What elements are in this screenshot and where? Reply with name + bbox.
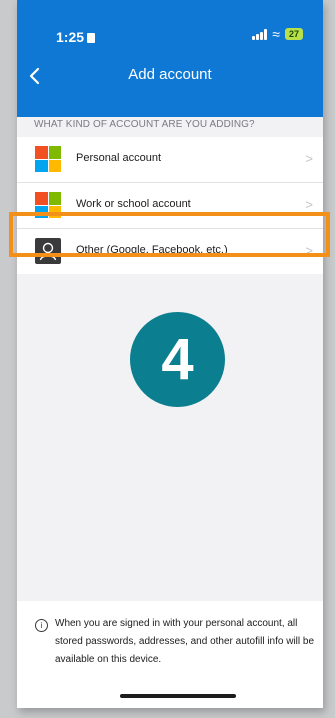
chevron-right-icon: > [305, 151, 313, 166]
personal-account-row[interactable]: Personal account > [17, 137, 323, 183]
status-time: 1:25 [56, 29, 96, 45]
home-indicator[interactable] [120, 694, 236, 698]
app-header: 1:25 ≈ 27 Add account [17, 0, 323, 117]
row-label: Work or school account [76, 198, 191, 210]
footer-info-text: When you are signed in with your persona… [55, 618, 315, 665]
microsoft-logo-icon [35, 146, 61, 172]
info-footer: i When you are signed in with your perso… [17, 601, 323, 708]
chevron-right-icon: > [305, 197, 313, 212]
row-label: Personal account [76, 152, 161, 164]
wifi-icon: ≈ [272, 26, 280, 42]
battery-icon: 27 [284, 28, 303, 40]
status-icons: ≈ 27 [252, 26, 303, 42]
status-time-text: 1:25 [56, 29, 85, 45]
page-title: Add account [128, 66, 212, 83]
signal-icon [252, 28, 268, 40]
highlight-box [9, 212, 330, 257]
lock-icon [87, 33, 96, 43]
step-badge: 4 [130, 312, 225, 407]
section-label: WHAT KIND OF ACCOUNT ARE YOU ADDING? [34, 119, 255, 130]
info-icon: i [35, 619, 48, 632]
